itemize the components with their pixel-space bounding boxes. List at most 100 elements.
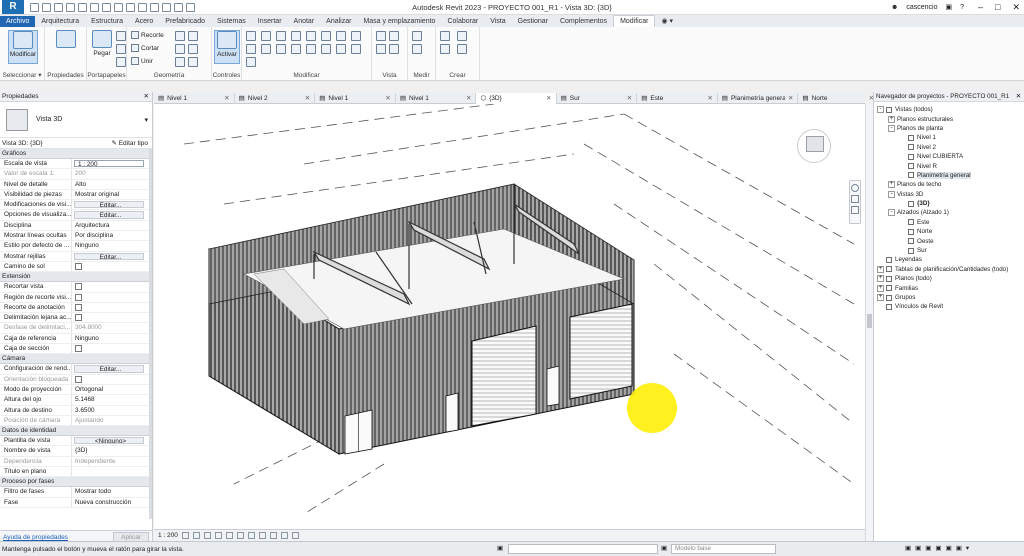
building-3d-model[interactable]	[154, 104, 865, 529]
close-tab-icon[interactable]: ✕	[224, 93, 229, 104]
crop-region-icon[interactable]	[247, 532, 255, 539]
browser-node[interactable]: {3D}	[874, 199, 1024, 208]
activate-button[interactable]: Activar	[214, 30, 240, 64]
ribbon-tab[interactable]: Analizar	[320, 16, 357, 27]
view-tab[interactable]: ▤ Nivel 1 ✕	[396, 93, 477, 104]
close-browser-icon[interactable]: ✕	[1016, 92, 1021, 102]
browser-node[interactable]: - Planos de planta	[874, 124, 1024, 133]
detail-level-icon[interactable]	[181, 532, 189, 539]
view-tab[interactable]: ▤ Este ✕	[637, 93, 718, 104]
close-tab-icon[interactable]: ✕	[385, 93, 390, 104]
expand-icon[interactable]: +	[877, 284, 884, 292]
print-icon[interactable]	[90, 2, 99, 12]
delete-icon[interactable]	[246, 57, 256, 67]
crop-view-icon[interactable]	[236, 532, 244, 539]
browser-node[interactable]: Nivel 1	[874, 133, 1024, 142]
linework-icon[interactable]	[376, 44, 386, 54]
shadows-icon[interactable]	[214, 532, 222, 539]
ribbon-tab[interactable]: Masa y emplazamiento	[357, 16, 441, 27]
expand-icon[interactable]: +	[888, 115, 895, 123]
expand-icon[interactable]: +	[877, 265, 884, 273]
mirror-axis-icon[interactable]	[276, 31, 286, 41]
workset-selector[interactable]	[508, 544, 658, 554]
sun-path-icon[interactable]	[203, 532, 211, 539]
close-tab-icon[interactable]: ✕	[546, 93, 551, 104]
property-value[interactable]: Por disciplina	[72, 231, 150, 240]
property-value[interactable]: Ninguno	[72, 334, 150, 343]
split-gap-icon[interactable]	[321, 31, 331, 41]
property-section-header[interactable]: Proceso por fases	[0, 477, 150, 488]
browser-node[interactable]: + Planos estructurales	[874, 114, 1024, 123]
expand-icon[interactable]: +	[888, 181, 895, 189]
properties-scrollbar[interactable]	[149, 149, 152, 519]
offset-icon[interactable]	[261, 31, 271, 41]
lock-view-icon[interactable]	[258, 532, 266, 539]
override-graphics-icon[interactable]	[389, 31, 399, 41]
paint-icon[interactable]	[175, 44, 185, 54]
close-tab-icon[interactable]: ✕	[305, 93, 310, 104]
zoom-dropdown-icon[interactable]	[851, 206, 859, 214]
ribbon-tab[interactable]: Acero	[129, 16, 159, 27]
measure-between-icon[interactable]	[412, 31, 422, 41]
match-type-icon[interactable]	[116, 57, 126, 67]
browser-node[interactable]: + Planos (todo)	[874, 274, 1024, 283]
browser-node[interactable]: Leyendas	[874, 255, 1024, 264]
open-icon[interactable]	[30, 2, 39, 12]
properties-help-link[interactable]: Ayuda de propiedades	[3, 534, 68, 541]
type-selector[interactable]: Vista 3D ▾	[0, 102, 152, 138]
close-tab-icon[interactable]: ✕	[707, 93, 712, 104]
close-tab-icon[interactable]: ✕	[466, 93, 471, 104]
cut-geometry-button[interactable]: Cortar	[131, 44, 159, 52]
hide-isolate-icon[interactable]	[269, 532, 277, 539]
ribbon-tab[interactable]: Estructura	[85, 16, 129, 27]
redo-icon[interactable]	[78, 2, 87, 12]
aligned-dimension-icon[interactable]	[412, 44, 422, 54]
view-tab[interactable]: ▤ Norte ✕	[798, 93, 880, 104]
section-icon[interactable]	[150, 2, 159, 12]
ribbon-tab[interactable]: Modificar	[613, 15, 656, 27]
cope-button[interactable]: Recorte	[131, 31, 164, 39]
property-checkbox[interactable]	[75, 345, 82, 353]
save-icon[interactable]	[42, 2, 51, 12]
selection-box-icon[interactable]	[389, 44, 399, 54]
property-value[interactable]: Ninguno	[72, 241, 150, 250]
ribbon-tab[interactable]: Sistemas	[211, 16, 252, 27]
browser-node[interactable]: - Vistas 3D	[874, 190, 1024, 199]
property-section-header[interactable]: Datos de identidad	[0, 426, 150, 437]
paste-button[interactable]: Pegar	[89, 30, 115, 64]
maximize-icon[interactable]: □	[995, 2, 1000, 13]
beam-join-icon[interactable]	[188, 57, 198, 67]
view-scale[interactable]: 1 : 200	[158, 532, 178, 539]
zoom-icon[interactable]	[851, 195, 859, 203]
viewport-scrollbar[interactable]	[865, 104, 873, 541]
copy-element-icon[interactable]	[261, 44, 271, 54]
split-face-icon[interactable]	[188, 31, 198, 41]
ribbon-tab[interactable]: Insertar	[252, 16, 288, 27]
cart-icon[interactable]: ▣	[945, 3, 952, 11]
properties-button[interactable]	[53, 30, 79, 64]
property-checkbox[interactable]	[75, 293, 82, 301]
sync-icon[interactable]	[54, 2, 63, 12]
design-option-selector[interactable]: Modelo base	[671, 544, 776, 554]
property-edit-button[interactable]: Editar...	[74, 211, 144, 219]
browser-node[interactable]: Nivel R	[874, 161, 1024, 170]
ribbon-tab[interactable]: Vista	[484, 16, 511, 27]
property-edit-button[interactable]: <Ninguno>	[74, 437, 144, 445]
property-section-header[interactable]: Cámara	[0, 354, 150, 365]
steering-wheel-icon[interactable]	[851, 184, 859, 192]
user-icon[interactable]: ☻	[891, 4, 898, 11]
design-options-icon[interactable]: ▣	[661, 544, 667, 552]
scroll-thumb[interactable]	[867, 314, 872, 328]
view-tab[interactable]: ⬡ {3D} ✕	[476, 93, 557, 104]
browser-node[interactable]: Oeste	[874, 236, 1024, 245]
close-properties-icon[interactable]: ✕	[144, 92, 149, 102]
join-button[interactable]: Unir	[131, 57, 153, 65]
scale-icon[interactable]	[351, 44, 361, 54]
property-checkbox[interactable]	[75, 283, 82, 291]
view-tab[interactable]: ▤ Nivel 1 ✕	[315, 93, 396, 104]
trim-single-icon[interactable]	[306, 44, 316, 54]
3d-view-icon[interactable]	[138, 2, 147, 12]
edit-type-button[interactable]: ✎ Editar tipo	[111, 139, 148, 147]
switch-windows-icon[interactable]	[186, 2, 195, 12]
view-tab[interactable]: ▤Nivel 2 ✕	[235, 93, 316, 104]
